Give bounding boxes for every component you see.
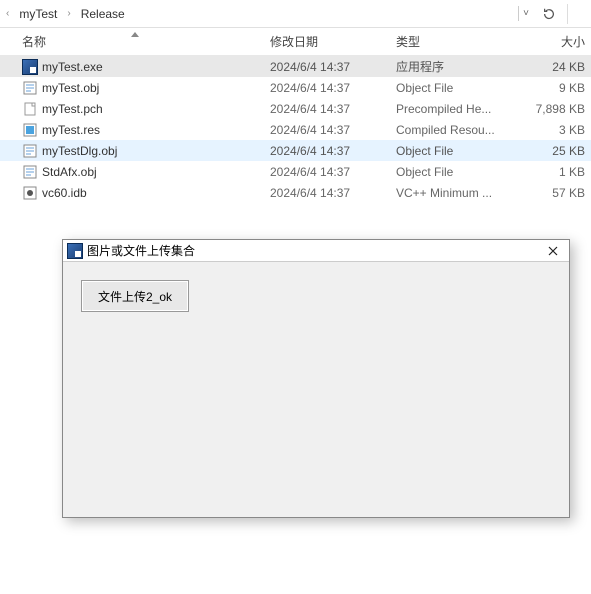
refresh-button[interactable]	[539, 4, 559, 24]
file-type: Object File	[390, 81, 510, 95]
res-icon	[22, 122, 38, 138]
file-date: 2024/6/4 14:37	[270, 123, 390, 137]
file-type: Precompiled He...	[390, 102, 510, 116]
file-type: 应用程序	[390, 58, 510, 75]
column-headers: 名称 修改日期 类型 大小	[0, 28, 591, 56]
file-date: 2024/6/4 14:37	[270, 186, 390, 200]
app-icon	[67, 243, 83, 259]
file-size: 9 KB	[510, 81, 591, 95]
file-row[interactable]: myTest.pch 2024/6/4 14:37Precompiled He..…	[0, 98, 591, 119]
file-type: Compiled Resou...	[390, 123, 510, 137]
file-size: 1 KB	[510, 165, 591, 179]
file-date: 2024/6/4 14:37	[270, 81, 390, 95]
file-name: vc60.idb	[42, 186, 87, 200]
file-icon	[22, 101, 38, 117]
file-size: 25 KB	[510, 144, 591, 158]
breadcrumb-item[interactable]: Release	[77, 5, 129, 23]
chevron-left-icon: ‹	[4, 8, 11, 19]
chevron-right-icon: ›	[65, 8, 72, 19]
breadcrumb-item[interactable]: myTest	[15, 5, 61, 23]
upload-dialog: 图片或文件上传集合 文件上传2_ok	[62, 239, 570, 518]
file-list: 名称 修改日期 类型 大小 myTest.exe2024/6/4 14:37应用…	[0, 28, 591, 203]
file-type: Object File	[390, 165, 510, 179]
idb-icon	[22, 185, 38, 201]
file-type: Object File	[390, 144, 510, 158]
close-icon	[548, 246, 558, 256]
close-button[interactable]	[539, 241, 567, 261]
sort-asc-icon	[131, 32, 139, 37]
file-size: 3 KB	[510, 123, 591, 137]
file-name: myTest.pch	[42, 102, 103, 116]
exe-icon	[22, 59, 38, 75]
obj-icon	[22, 80, 38, 96]
file-row[interactable]: StdAfx.obj 2024/6/4 14:37Object File1 KB	[0, 161, 591, 182]
obj-icon	[22, 143, 38, 159]
file-date: 2024/6/4 14:37	[270, 165, 390, 179]
file-row[interactable]: myTest.res 2024/6/4 14:37Compiled Resou..…	[0, 119, 591, 140]
file-row[interactable]: myTest.obj 2024/6/4 14:37Object File9 KB	[0, 77, 591, 98]
file-row[interactable]: myTest.exe 2024/6/4 14:37应用程序24 KB	[0, 56, 591, 77]
dropdown-icon[interactable]: ˅	[518, 6, 533, 21]
file-date: 2024/6/4 14:37	[270, 60, 390, 74]
col-type-header[interactable]: 类型	[390, 33, 510, 50]
search-area[interactable]	[567, 4, 583, 24]
address-bar[interactable]: ‹ myTest › Release ˅	[0, 0, 591, 28]
file-size: 7,898 KB	[510, 102, 591, 116]
col-size-header[interactable]: 大小	[510, 33, 591, 50]
dialog-body: 文件上传2_ok	[63, 262, 569, 330]
file-row[interactable]: myTestDlg.obj 2024/6/4 14:37Object File25…	[0, 140, 591, 161]
col-date-header[interactable]: 修改日期	[270, 33, 390, 50]
file-date: 2024/6/4 14:37	[270, 102, 390, 116]
file-type: VC++ Minimum ...	[390, 186, 510, 200]
col-name-header[interactable]: 名称	[0, 33, 270, 50]
dialog-title: 图片或文件上传集合	[87, 242, 195, 259]
file-name: myTestDlg.obj	[42, 144, 117, 158]
file-size: 57 KB	[510, 186, 591, 200]
file-size: 24 KB	[510, 60, 591, 74]
file-row[interactable]: vc60.idb 2024/6/4 14:37VC++ Minimum ...57…	[0, 182, 591, 203]
dialog-titlebar[interactable]: 图片或文件上传集合	[63, 240, 569, 262]
obj-icon	[22, 164, 38, 180]
refresh-icon	[542, 7, 556, 21]
upload-button[interactable]: 文件上传2_ok	[81, 280, 189, 312]
file-name: StdAfx.obj	[42, 165, 97, 179]
file-date: 2024/6/4 14:37	[270, 144, 390, 158]
col-name-label: 名称	[22, 33, 46, 50]
file-name: myTest.exe	[42, 60, 103, 74]
file-name: myTest.res	[42, 123, 100, 137]
file-name: myTest.obj	[42, 81, 99, 95]
